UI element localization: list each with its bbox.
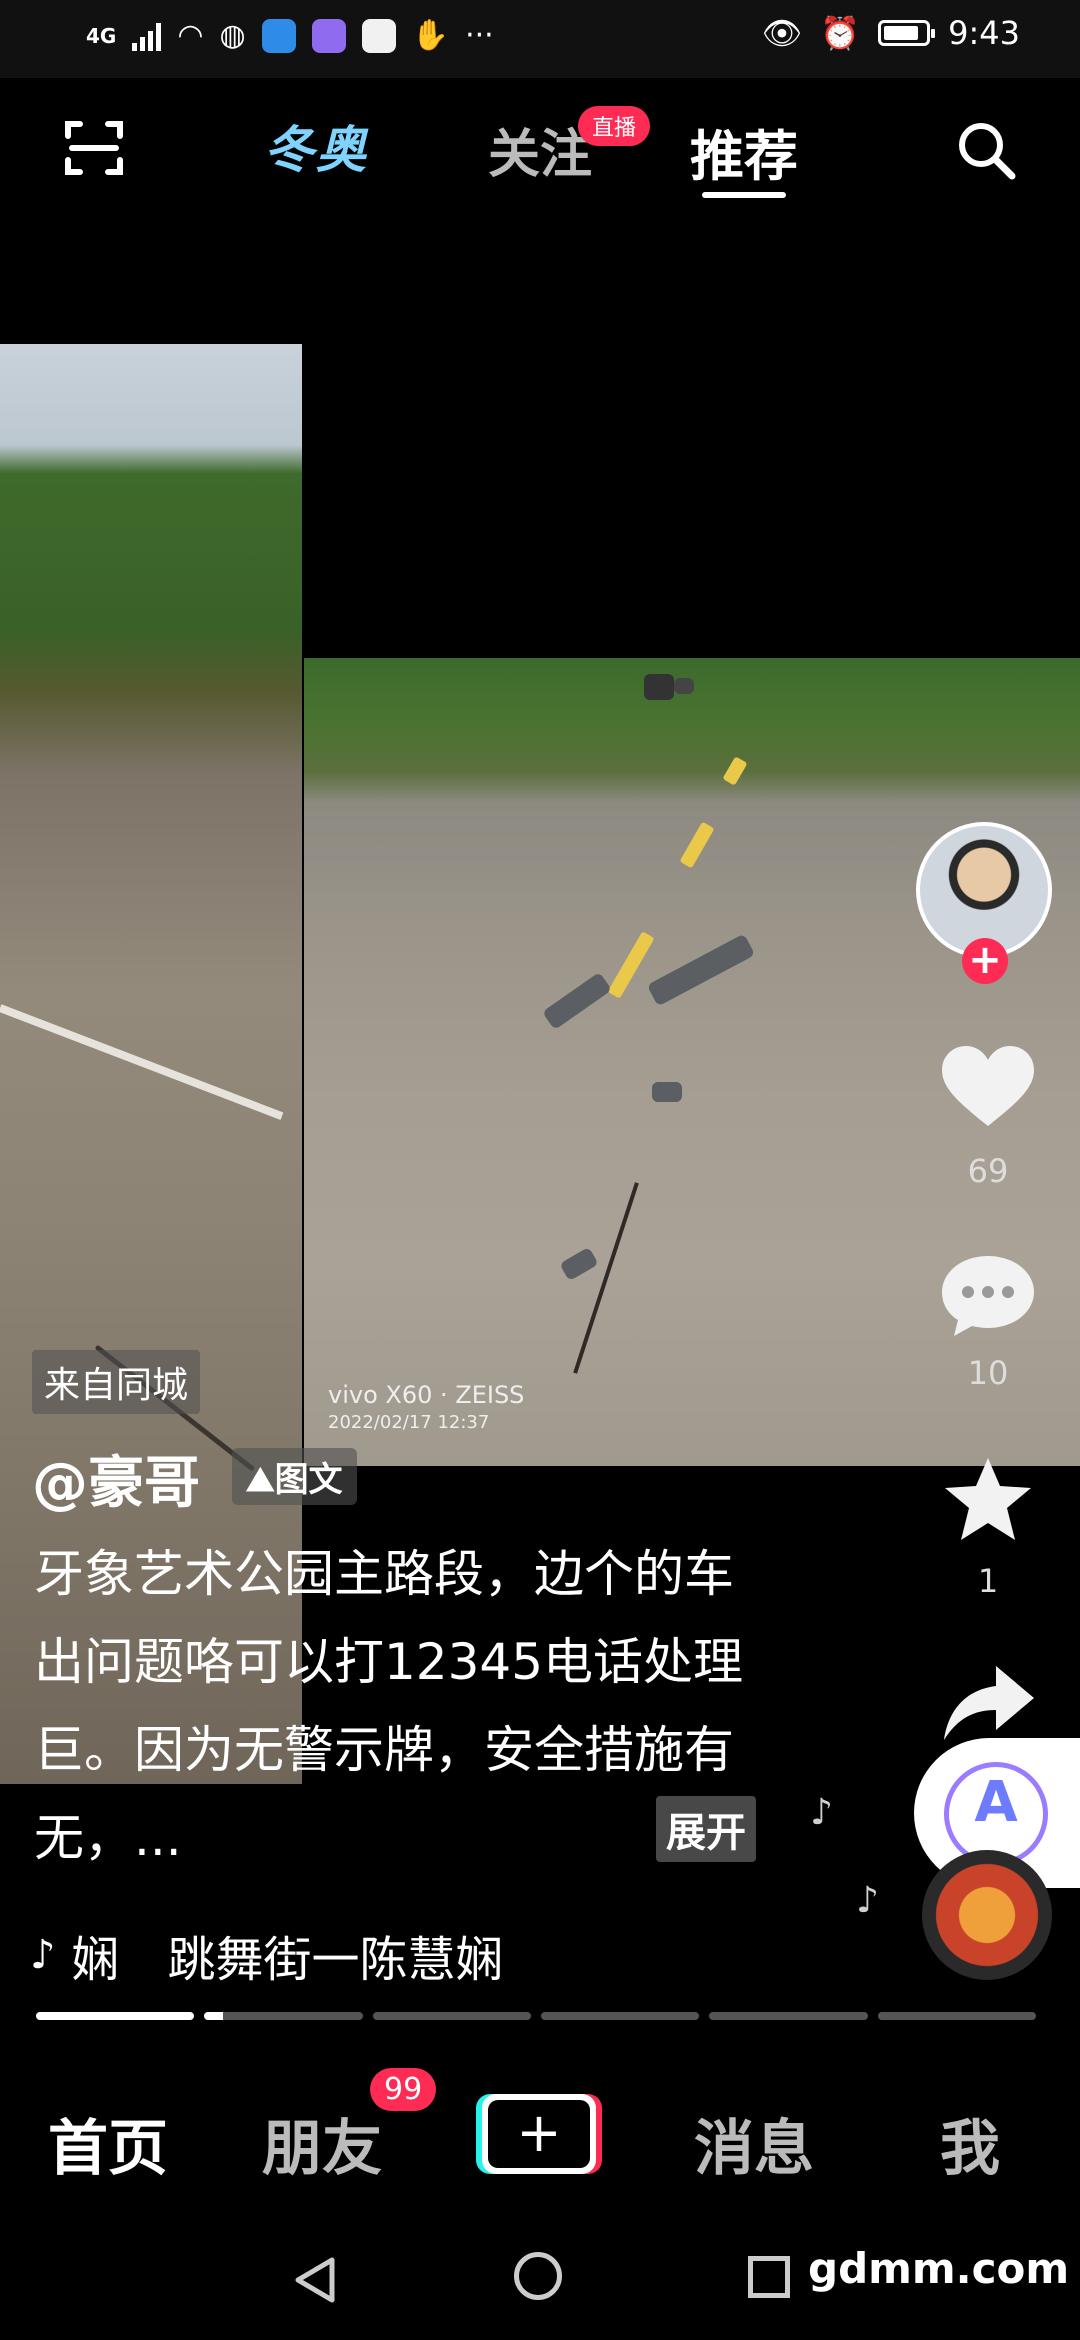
location-tag[interactable]: 来自同城: [32, 1350, 201, 1414]
tab-winter-olympics[interactable]: 冬奥: [264, 110, 368, 182]
road-debris: [559, 1246, 599, 1282]
road-crack: [573, 1182, 639, 1374]
like-count: 69: [967, 1152, 1009, 1190]
expand-button[interactable]: 展开: [656, 1796, 756, 1862]
assistant-a-icon: A: [974, 1770, 1018, 1835]
tab-messages[interactable]: 消息: [694, 2100, 814, 2187]
music-note-icon: ♪: [856, 1880, 879, 1921]
status-bar: 4G ◠ ◍ ✋ ··· 👁 ⏰ 9:43: [0, 0, 1080, 78]
scan-icon[interactable]: [62, 116, 126, 180]
road-debris: [646, 933, 756, 1007]
music-row[interactable]: ♪ 娴 跳舞街一陈慧娴: [30, 1920, 590, 1990]
search-icon[interactable]: [954, 118, 1018, 182]
progress-segment: [540, 2012, 700, 2020]
clock: 9:43: [948, 14, 1020, 52]
progress-segment: [372, 2012, 531, 2020]
heart-icon[interactable]: [938, 1042, 1038, 1132]
tab-me[interactable]: 我: [940, 2100, 1000, 2187]
active-tab-indicator: [702, 192, 786, 198]
wifi-icon: ◠: [177, 18, 204, 53]
plus-icon: +: [488, 2100, 590, 2168]
date-watermark: 2022/02/17 12:37: [328, 1412, 490, 1434]
progress-segment: [709, 2012, 868, 2020]
photo-progress: [36, 2012, 1036, 2020]
music-disc[interactable]: [922, 1850, 1052, 1980]
m-app-icon: [361, 18, 396, 53]
site-watermark: gdmm.com: [808, 2244, 1070, 2293]
comment-count: 10: [967, 1354, 1009, 1392]
music-note-icon: ♪: [810, 1792, 833, 1833]
recents-icon[interactable]: [748, 2256, 790, 2298]
progress-segment: [204, 2012, 363, 2020]
post-type-label: 图文: [274, 1460, 343, 1500]
tab-friends[interactable]: 朋友: [262, 2100, 382, 2187]
friends-badge: 99: [370, 2068, 437, 2111]
star-icon[interactable]: [938, 1454, 1038, 1544]
lane-marking: [722, 756, 748, 786]
image-icon: ⛰: [246, 1460, 275, 1500]
post-caption[interactable]: 牙象艺术公园主路段，边个的车出问题咯可以打12345电话处理巨。因为无警示牌，安…: [34, 1530, 764, 1882]
alarm-icon: ⏰: [820, 14, 861, 52]
share-icon[interactable]: [938, 1660, 1038, 1750]
more-notifications-icon: ···: [465, 18, 494, 53]
music-note-icon: ♪: [30, 1932, 56, 1978]
camera-watermark: vivo X60 · ZEISS: [328, 1381, 525, 1409]
live-badge: 直播: [578, 106, 651, 146]
road-edge: [0, 1004, 284, 1120]
signal-icon: [132, 21, 162, 51]
progress-segment: [36, 2012, 195, 2020]
author-name[interactable]: @豪哥: [32, 1438, 200, 1519]
home-nav-icon[interactable]: [514, 2252, 562, 2300]
weather-app-icon: [261, 18, 296, 53]
tab-home[interactable]: 首页: [48, 2100, 168, 2187]
lane-marking: [679, 821, 715, 869]
tab-following[interactable]: 关注: [488, 112, 592, 187]
network-type: 4G: [86, 23, 117, 48]
battery-icon: [878, 20, 936, 46]
follow-button[interactable]: +: [962, 938, 1008, 984]
photo-watermark: vivo X60 · ZEISS 2022/02/17 12:37: [328, 1380, 524, 1435]
music-title: 娴 跳舞街一陈慧娴: [71, 1932, 504, 1988]
post-type-tag: ⛰图文: [232, 1448, 357, 1505]
eye-icon: 👁: [761, 14, 803, 52]
progress-segment: [877, 2012, 1036, 2020]
road-debris: [652, 1082, 682, 1102]
lane-marking: [607, 931, 655, 999]
road-debris: [542, 971, 612, 1031]
music-app-icon: [311, 18, 346, 53]
comment-icon[interactable]: [938, 1250, 1038, 1340]
car: [674, 678, 694, 694]
back-icon[interactable]: [290, 2254, 340, 2306]
tab-recommended[interactable]: 推荐: [690, 112, 798, 191]
globe-icon: ◍: [219, 18, 246, 53]
favorite-count: 1: [977, 1562, 999, 1600]
hand-icon: ✋: [411, 18, 450, 53]
car: [644, 674, 674, 700]
